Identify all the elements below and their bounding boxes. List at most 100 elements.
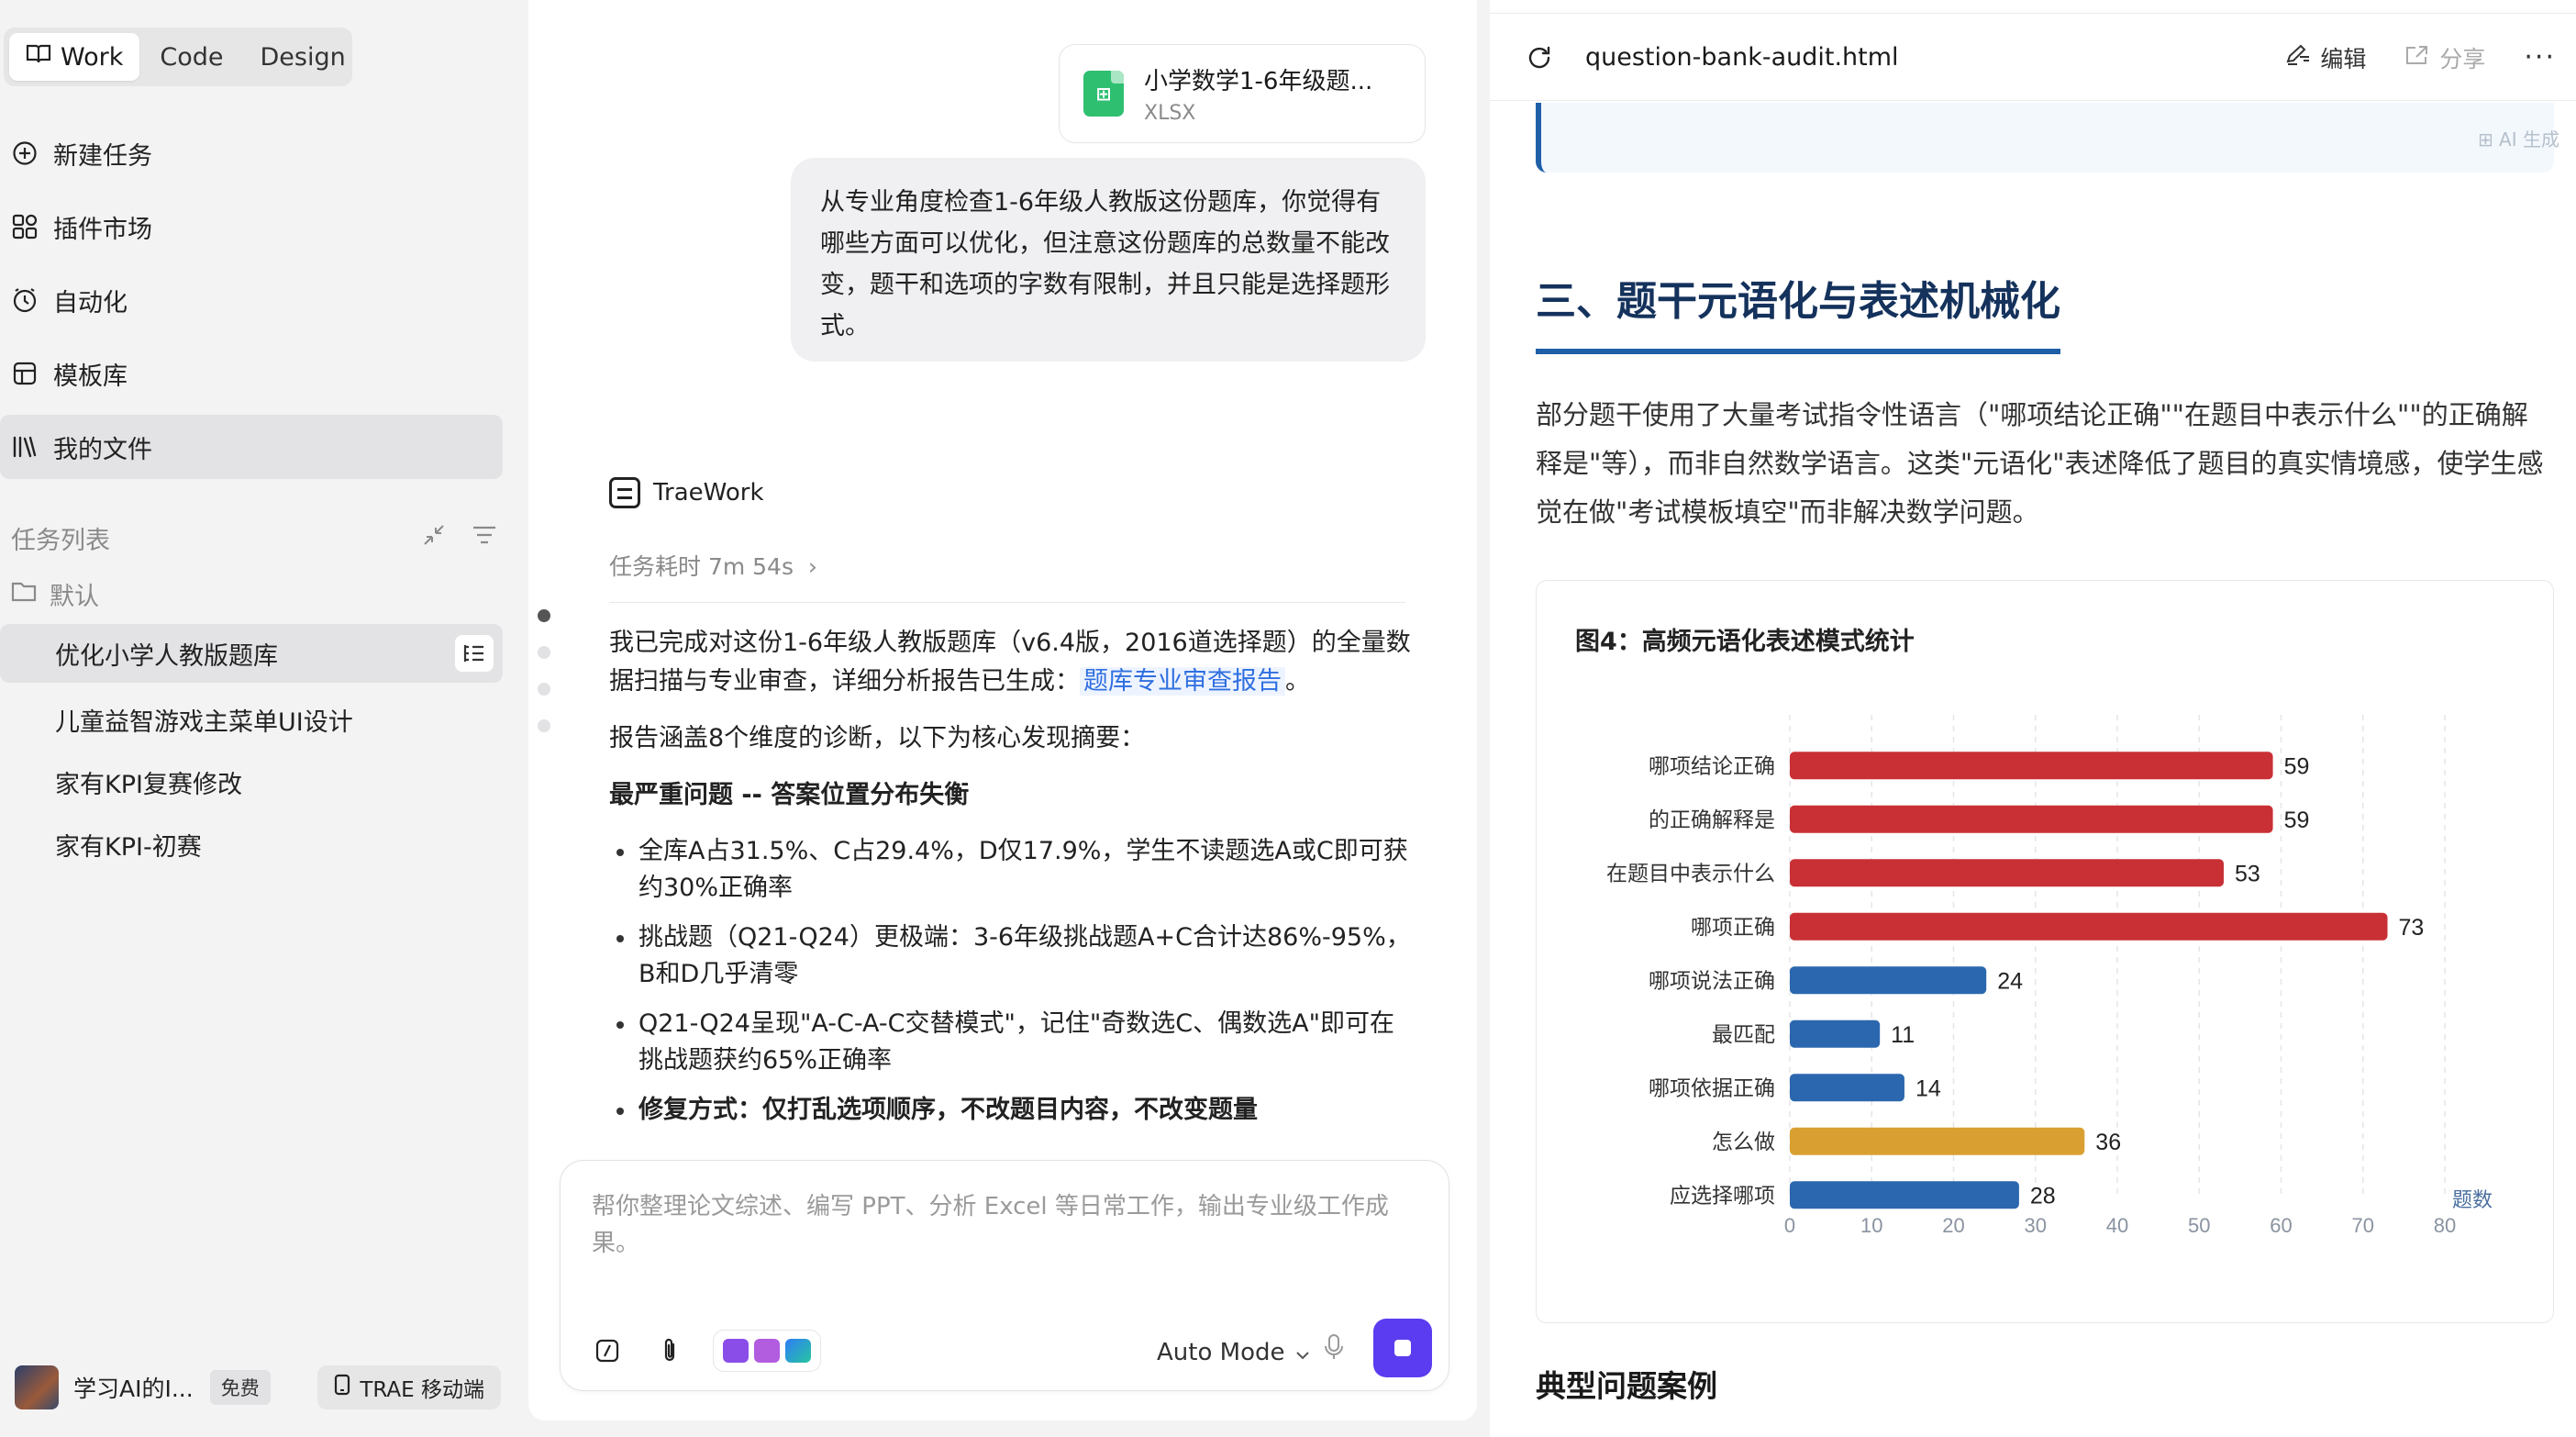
- nav-label: 自动化: [53, 288, 128, 317]
- chevron-right-icon: ›: [800, 553, 817, 580]
- agent-answer: 我已完成对这份1-6年级人教版题库（v6.4版，2016道选择题）的全量数据扫描…: [609, 624, 1416, 1127]
- preview-actions: 编辑 分享 ···: [2285, 41, 2556, 74]
- refresh-icon[interactable]: [1523, 41, 1556, 74]
- mode-tab-work[interactable]: Work: [9, 33, 140, 81]
- step-dot[interactable]: [538, 646, 550, 659]
- user-message: 从专业角度检查1-6年级人教版这份题库，你觉得有哪些方面可以优化，但注意这份题库…: [791, 158, 1426, 362]
- user-name[interactable]: 学习AI的I...: [73, 1371, 194, 1404]
- nav-templates[interactable]: 模板库: [0, 341, 503, 406]
- bar: [1790, 752, 2273, 780]
- answer-heading: 最严重问题 -- 答案位置分布失衡: [609, 781, 970, 809]
- step-indicator[interactable]: [538, 609, 552, 756]
- chevron-down-icon: [1295, 1339, 1310, 1366]
- chart-card: 图4：高频元语化表述模式统计 0 10 20 30 40 50 60 70 80 题数 哪项结论正确…: [1536, 580, 2554, 1323]
- paperclip-icon[interactable]: [650, 1331, 689, 1370]
- category-label: 哪项正确: [1691, 916, 1775, 940]
- edit-icon: [2285, 44, 2311, 72]
- step-dot[interactable]: [538, 609, 550, 622]
- clock-icon: [11, 286, 39, 314]
- message-input[interactable]: 帮你整理论文综述、编写 PPT、分析 Excel 等日常工作，输出专业级工作成果…: [592, 1188, 1417, 1262]
- nav-new-task[interactable]: 新建任务: [0, 121, 503, 185]
- nav-plugin-market[interactable]: 插件市场: [0, 195, 503, 259]
- list-item: 全库A占31.5%、C占29.4%，D仅17.9%，学生不读题选A或C即可获约3…: [609, 833, 1416, 907]
- agent-logo-icon: [609, 477, 640, 508]
- step-dot[interactable]: [538, 683, 550, 696]
- files-icon: [11, 433, 39, 461]
- share-label: 分享: [2439, 45, 2486, 72]
- composer: 帮你整理论文综述、编写 PPT、分析 Excel 等日常工作，输出专业级工作成果…: [560, 1160, 1449, 1391]
- task-list-title: 任务列表: [11, 526, 110, 555]
- stop-button[interactable]: [1373, 1319, 1432, 1377]
- divider: [1490, 13, 2576, 14]
- task-item[interactable]: 家有KPI-初赛: [0, 815, 503, 874]
- slash-command-icon[interactable]: [588, 1331, 627, 1370]
- phone-icon: [334, 1374, 350, 1401]
- share-button[interactable]: 分享: [2404, 41, 2485, 74]
- nav-my-files[interactable]: 我的文件: [0, 415, 503, 479]
- bar: [1790, 1074, 1904, 1102]
- nav-automation[interactable]: 自动化: [0, 268, 503, 332]
- chat-panel: ⊞ 小学数学1-6年级题... XLSX 从专业角度检查1-6年级人教版这份题库…: [528, 0, 1477, 1420]
- data-label: 14: [1915, 1075, 1941, 1101]
- task-item[interactable]: 家有KPI复赛修改: [0, 752, 503, 811]
- x-tick-label: 30: [2025, 1214, 2047, 1237]
- new-task-icon: [11, 139, 39, 167]
- preview-panel: question-bank-audit.html 编辑 分享 ··· ⊞ AI …: [1490, 0, 2576, 1437]
- mode-switcher: Work Code Design: [4, 28, 352, 86]
- mode-tab-design[interactable]: Design: [244, 33, 362, 81]
- bar: [1790, 805, 2273, 833]
- callout-box: ⊞ AI 生成: [1536, 103, 2559, 173]
- subsection-heading: 典型问题案例: [1536, 1368, 1717, 1404]
- video-plugin-icon: [723, 1339, 749, 1363]
- mode-tab-code[interactable]: Code: [143, 33, 239, 81]
- section-paragraph: 部分题干使用了大量考试指令性语言（"哪项结论正确""在题目中表示什么""的正确解…: [1536, 399, 2544, 528]
- mobile-app-button[interactable]: TRAE 移动端: [317, 1365, 501, 1409]
- ai-generated-tag: ⊞ AI 生成: [2477, 128, 2559, 150]
- task-item[interactable]: 优化小学人教版题库: [0, 624, 503, 683]
- task-label: 儿童益智游戏主菜单UI设计: [55, 707, 353, 737]
- bar: [1790, 966, 1987, 995]
- task-label: 家有KPI-初赛: [55, 832, 202, 862]
- data-label: 53: [2235, 861, 2260, 886]
- image-plugin-icon: [754, 1339, 780, 1363]
- user-bar: 学习AI的I... 免费 TRAE 移动端: [15, 1362, 501, 1413]
- category-label: 应选择哪项: [1670, 1184, 1775, 1208]
- mode-select[interactable]: Auto Mode: [1157, 1339, 1310, 1366]
- bar: [1790, 859, 2225, 887]
- preview-document[interactable]: ⊞ AI 生成 三、题干元语化与表述机械化 部分题干使用了大量考试指令性语言（"…: [1490, 103, 2576, 1437]
- divider: [609, 602, 1405, 603]
- edit-button[interactable]: 编辑: [2285, 41, 2366, 74]
- folder-default[interactable]: 默认: [11, 576, 99, 612]
- attachment-type: XLSX: [1144, 102, 1196, 125]
- spreadsheet-icon: ⊞: [1083, 71, 1124, 117]
- filter-icon[interactable]: [472, 524, 497, 552]
- bar-chart: 0 10 20 30 40 50 60 70 80题数 哪项结论正确 59 的正确解释是 59 在题目中表…: [1606, 715, 2493, 1237]
- category-label: 的正确解释是: [1649, 808, 1775, 832]
- task-label: 家有KPI复赛修改: [55, 770, 242, 799]
- data-label: 24: [1997, 968, 2023, 994]
- plugin-selector[interactable]: [713, 1330, 821, 1372]
- task-item[interactable]: 儿童益智游戏主菜单UI设计: [0, 690, 503, 749]
- mode-select-value: Auto Mode: [1157, 1339, 1285, 1366]
- attachment-name: 小学数学1-6年级题...: [1144, 68, 1373, 95]
- stop-icon: [1394, 1340, 1411, 1356]
- avatar[interactable]: [15, 1365, 59, 1409]
- task-elapsed[interactable]: 任务耗时 7m 54s ›: [609, 549, 817, 582]
- folder-label: 默认: [50, 583, 99, 611]
- report-link[interactable]: 题库专业审查报告: [1080, 667, 1285, 696]
- bar: [1790, 1181, 2019, 1209]
- task-outline-icon[interactable]: [455, 635, 494, 672]
- plan-badge: 免费: [209, 1370, 271, 1405]
- template-icon: [11, 360, 39, 387]
- edit-label: 编辑: [2320, 45, 2367, 72]
- task-label: 优化小学人教版题库: [55, 641, 278, 671]
- category-label: 最匹配: [1712, 1023, 1775, 1047]
- chat-scroll-area[interactable]: ⊞ 小学数学1-6年级题... XLSX 从专业角度检查1-6年级人教版这份题库…: [528, 0, 1477, 1127]
- more-icon[interactable]: ···: [2524, 41, 2556, 73]
- collapse-icon[interactable]: [422, 523, 446, 553]
- x-tick-label: 70: [2352, 1214, 2374, 1237]
- step-dot[interactable]: [538, 719, 550, 732]
- attachment-card[interactable]: ⊞ 小学数学1-6年级题... XLSX: [1059, 44, 1426, 143]
- x-tick-label: 0: [1784, 1214, 1795, 1237]
- microphone-icon[interactable]: [1324, 1333, 1344, 1365]
